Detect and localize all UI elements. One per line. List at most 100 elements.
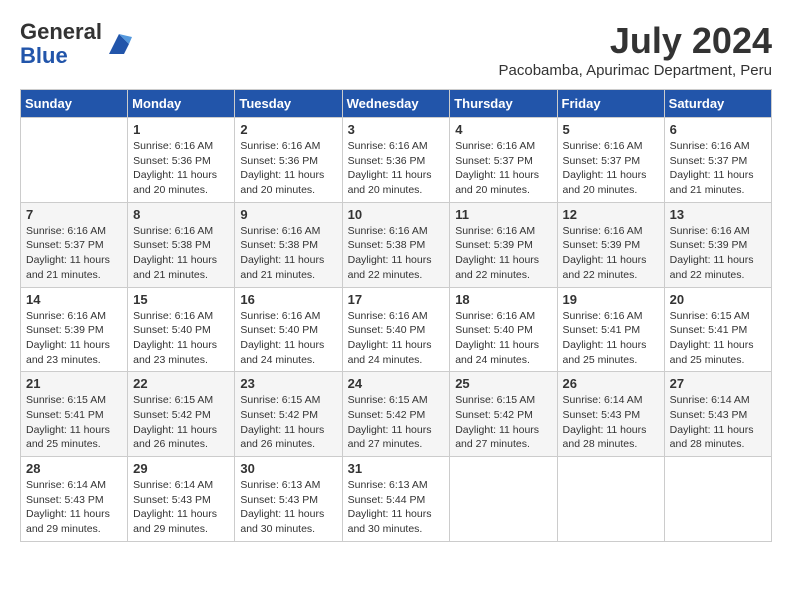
day-info: Sunrise: 6:15 AMSunset: 5:42 PMDaylight:… [348, 393, 445, 452]
day-number: 22 [133, 376, 229, 391]
calendar-cell: 31 Sunrise: 6:13 AMSunset: 5:44 PMDayligh… [342, 457, 450, 542]
day-info: Sunrise: 6:16 AMSunset: 5:37 PMDaylight:… [455, 139, 551, 198]
calendar-table: SundayMondayTuesdayWednesdayThursdayFrid… [20, 89, 772, 542]
day-number: 17 [348, 292, 445, 307]
calendar-cell: 6 Sunrise: 6:16 AMSunset: 5:37 PMDaylight… [664, 118, 771, 203]
day-number: 20 [670, 292, 766, 307]
calendar-cell: 16 Sunrise: 6:16 AMSunset: 5:40 PMDayligh… [235, 287, 342, 372]
calendar-cell: 15 Sunrise: 6:16 AMSunset: 5:40 PMDayligh… [128, 287, 235, 372]
calendar-cell: 22 Sunrise: 6:15 AMSunset: 5:42 PMDayligh… [128, 372, 235, 457]
day-number: 3 [348, 122, 445, 137]
day-info: Sunrise: 6:16 AMSunset: 5:39 PMDaylight:… [670, 224, 766, 283]
calendar-cell [664, 457, 771, 542]
weekday-header-friday: Friday [557, 90, 664, 118]
day-number: 9 [240, 207, 336, 222]
day-info: Sunrise: 6:14 AMSunset: 5:43 PMDaylight:… [563, 393, 659, 452]
calendar-cell: 29Sunrise: 6:14 AMSunset: 5:43 PMDayligh… [128, 457, 235, 542]
day-info: Sunrise: 6:14 AMSunset: 5:43 PMDaylight:… [26, 478, 122, 537]
logo-icon [104, 29, 134, 59]
day-info: Sunrise: 6:13 AMSunset: 5:44 PMDaylight:… [348, 478, 445, 537]
title-area: July 2024 Pacobamba, Apurimac Department… [499, 20, 772, 79]
calendar-cell: 27 Sunrise: 6:14 AMSunset: 5:43 PMDayligh… [664, 372, 771, 457]
day-info: Sunrise: 6:16 AMSunset: 5:41 PMDaylight:… [563, 309, 659, 368]
calendar-cell: 7 Sunrise: 6:16 AMSunset: 5:37 PMDaylight… [21, 202, 128, 287]
calendar-cell: 13Sunrise: 6:16 AMSunset: 5:39 PMDayligh… [664, 202, 771, 287]
day-info: Sunrise: 6:16 AMSunset: 5:39 PMDaylight:… [455, 224, 551, 283]
location-title: Pacobamba, Apurimac Department, Peru [499, 62, 772, 79]
day-number: 1 [133, 122, 229, 137]
day-number: 5 [563, 122, 659, 137]
day-info: Sunrise: 6:16 AMSunset: 5:40 PMDaylight:… [348, 309, 445, 368]
day-number: 8 [133, 207, 229, 222]
day-info: Sunrise: 6:15 AMSunset: 5:42 PMDaylight:… [455, 393, 551, 452]
day-number: 10 [348, 207, 445, 222]
day-number: 18 [455, 292, 551, 307]
weekday-header-row: SundayMondayTuesdayWednesdayThursdayFrid… [21, 90, 772, 118]
day-number: 7 [26, 207, 122, 222]
calendar-cell: 19Sunrise: 6:16 AMSunset: 5:41 PMDayligh… [557, 287, 664, 372]
calendar-cell: 8 Sunrise: 6:16 AMSunset: 5:38 PMDaylight… [128, 202, 235, 287]
calendar-cell: 3 Sunrise: 6:16 AMSunset: 5:36 PMDaylight… [342, 118, 450, 203]
weekday-header-tuesday: Tuesday [235, 90, 342, 118]
day-info: Sunrise: 6:16 AMSunset: 5:36 PMDaylight:… [348, 139, 445, 198]
logo: General Blue [20, 20, 134, 68]
day-info: Sunrise: 6:13 AMSunset: 5:43 PMDaylight:… [240, 478, 336, 537]
day-number: 12 [563, 207, 659, 222]
day-info: Sunrise: 6:14 AMSunset: 5:43 PMDaylight:… [670, 393, 766, 452]
day-number: 25 [455, 376, 551, 391]
day-info: Sunrise: 6:16 AMSunset: 5:40 PMDaylight:… [240, 309, 336, 368]
day-info: Sunrise: 6:16 AMSunset: 5:36 PMDaylight:… [240, 139, 336, 198]
day-info: Sunrise: 6:16 AMSunset: 5:40 PMDaylight:… [133, 309, 229, 368]
week-row-1: 1 Sunrise: 6:16 AMSunset: 5:36 PMDaylight… [21, 118, 772, 203]
day-info: Sunrise: 6:15 AMSunset: 5:41 PMDaylight:… [670, 309, 766, 368]
day-info: Sunrise: 6:16 AMSunset: 5:37 PMDaylight:… [563, 139, 659, 198]
calendar-cell: 4 Sunrise: 6:16 AMSunset: 5:37 PMDaylight… [450, 118, 557, 203]
day-number: 4 [455, 122, 551, 137]
day-number: 21 [26, 376, 122, 391]
calendar-cell: 14Sunrise: 6:16 AMSunset: 5:39 PMDayligh… [21, 287, 128, 372]
day-number: 6 [670, 122, 766, 137]
day-number: 31 [348, 461, 445, 476]
day-number: 28 [26, 461, 122, 476]
week-row-2: 7 Sunrise: 6:16 AMSunset: 5:37 PMDaylight… [21, 202, 772, 287]
day-info: Sunrise: 6:16 AMSunset: 5:36 PMDaylight:… [133, 139, 229, 198]
week-row-5: 28 Sunrise: 6:14 AMSunset: 5:43 PMDayligh… [21, 457, 772, 542]
calendar-cell: 23 Sunrise: 6:15 AMSunset: 5:42 PMDayligh… [235, 372, 342, 457]
calendar-cell: 17 Sunrise: 6:16 AMSunset: 5:40 PMDayligh… [342, 287, 450, 372]
calendar-cell: 21 Sunrise: 6:15 AMSunset: 5:41 PMDayligh… [21, 372, 128, 457]
day-number: 15 [133, 292, 229, 307]
calendar-cell: 20 Sunrise: 6:15 AMSunset: 5:41 PMDayligh… [664, 287, 771, 372]
day-info: Sunrise: 6:16 AMSunset: 5:39 PMDaylight:… [26, 309, 122, 368]
calendar-cell: 24Sunrise: 6:15 AMSunset: 5:42 PMDayligh… [342, 372, 450, 457]
day-info: Sunrise: 6:15 AMSunset: 5:42 PMDaylight:… [133, 393, 229, 452]
day-info: Sunrise: 6:16 AMSunset: 5:38 PMDaylight:… [240, 224, 336, 283]
weekday-header-saturday: Saturday [664, 90, 771, 118]
calendar-cell [21, 118, 128, 203]
header: General Blue July 2024 Pacobamba, Apurim… [20, 20, 772, 79]
calendar-cell [557, 457, 664, 542]
logo-general: General [20, 19, 102, 44]
week-row-3: 14Sunrise: 6:16 AMSunset: 5:39 PMDayligh… [21, 287, 772, 372]
day-info: Sunrise: 6:16 AMSunset: 5:39 PMDaylight:… [563, 224, 659, 283]
calendar-cell: 10Sunrise: 6:16 AMSunset: 5:38 PMDayligh… [342, 202, 450, 287]
logo-blue: Blue [20, 43, 68, 68]
day-info: Sunrise: 6:15 AMSunset: 5:42 PMDaylight:… [240, 393, 336, 452]
day-number: 30 [240, 461, 336, 476]
day-number: 29 [133, 461, 229, 476]
day-number: 23 [240, 376, 336, 391]
day-info: Sunrise: 6:16 AMSunset: 5:38 PMDaylight:… [133, 224, 229, 283]
calendar-cell: 25 Sunrise: 6:15 AMSunset: 5:42 PMDayligh… [450, 372, 557, 457]
day-info: Sunrise: 6:16 AMSunset: 5:37 PMDaylight:… [26, 224, 122, 283]
calendar-cell: 2 Sunrise: 6:16 AMSunset: 5:36 PMDaylight… [235, 118, 342, 203]
day-number: 16 [240, 292, 336, 307]
day-number: 2 [240, 122, 336, 137]
day-info: Sunrise: 6:15 AMSunset: 5:41 PMDaylight:… [26, 393, 122, 452]
calendar-cell: 1 Sunrise: 6:16 AMSunset: 5:36 PMDaylight… [128, 118, 235, 203]
calendar-cell: 11Sunrise: 6:16 AMSunset: 5:39 PMDayligh… [450, 202, 557, 287]
calendar-cell: 5 Sunrise: 6:16 AMSunset: 5:37 PMDaylight… [557, 118, 664, 203]
weekday-header-wednesday: Wednesday [342, 90, 450, 118]
calendar-cell: 30 Sunrise: 6:13 AMSunset: 5:43 PMDayligh… [235, 457, 342, 542]
day-number: 27 [670, 376, 766, 391]
weekday-header-monday: Monday [128, 90, 235, 118]
day-info: Sunrise: 6:16 AMSunset: 5:37 PMDaylight:… [670, 139, 766, 198]
